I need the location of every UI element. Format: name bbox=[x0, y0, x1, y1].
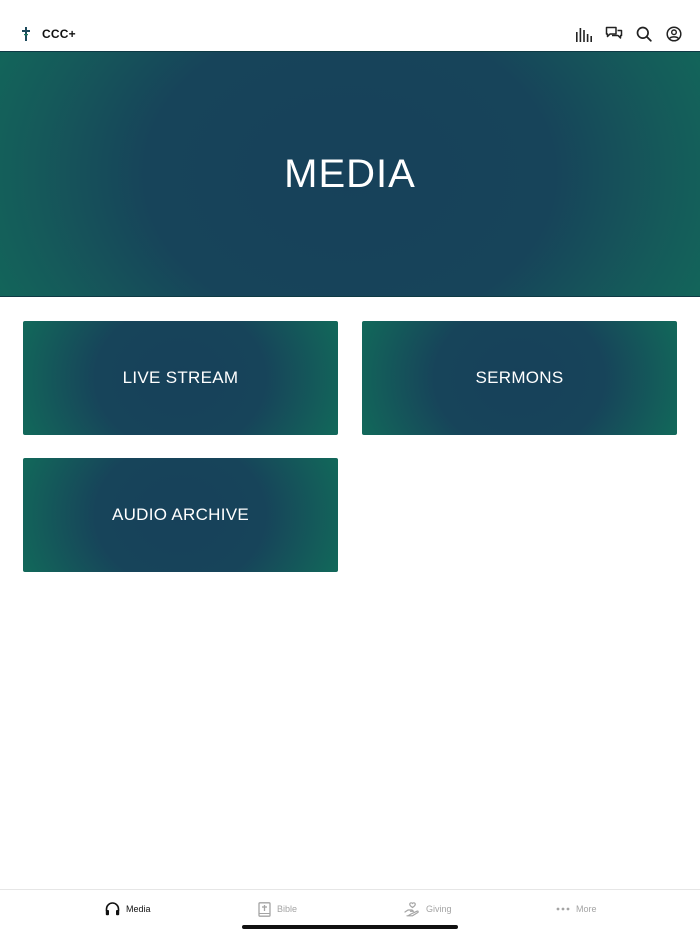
more-dots-icon bbox=[556, 907, 570, 911]
tile-label: AUDIO ARCHIVE bbox=[111, 505, 250, 524]
top-navigation-bar: CCC+ bbox=[0, 0, 700, 51]
app-screen: CCC+ MEDIA LIVE STREAM SERMONS AUDIO ARC… bbox=[0, 0, 700, 934]
header-actions bbox=[564, 24, 684, 44]
brand[interactable]: CCC+ bbox=[20, 25, 76, 43]
home-indicator bbox=[242, 925, 458, 929]
audio-archive-tile[interactable]: AUDIO ARCHIVE bbox=[23, 458, 338, 572]
tab-more[interactable]: More bbox=[556, 900, 597, 918]
giving-hand-icon bbox=[404, 901, 420, 917]
search-icon[interactable] bbox=[634, 24, 654, 44]
audio-bars-icon[interactable] bbox=[574, 24, 594, 44]
tab-giving[interactable]: Giving bbox=[404, 900, 452, 918]
cross-icon bbox=[20, 26, 32, 42]
hero-banner: MEDIA bbox=[0, 51, 700, 297]
headphones-icon bbox=[105, 902, 120, 916]
tab-media[interactable]: Media bbox=[105, 900, 151, 918]
tile-label: SERMONS bbox=[475, 368, 564, 387]
tab-label: Media bbox=[126, 904, 151, 914]
account-icon[interactable] bbox=[664, 24, 684, 44]
bible-icon bbox=[258, 901, 271, 917]
brand-name: CCC+ bbox=[42, 27, 76, 41]
sermons-tile[interactable]: SERMONS bbox=[362, 321, 677, 435]
tab-bible[interactable]: Bible bbox=[258, 900, 297, 918]
page-title: MEDIA bbox=[284, 151, 416, 196]
live-stream-tile[interactable]: LIVE STREAM bbox=[23, 321, 338, 435]
tab-label: Giving bbox=[426, 904, 452, 914]
tab-label: More bbox=[576, 904, 597, 914]
tab-label: Bible bbox=[277, 904, 298, 914]
chat-icon[interactable] bbox=[604, 24, 624, 44]
tile-label: LIVE STREAM bbox=[122, 368, 239, 387]
